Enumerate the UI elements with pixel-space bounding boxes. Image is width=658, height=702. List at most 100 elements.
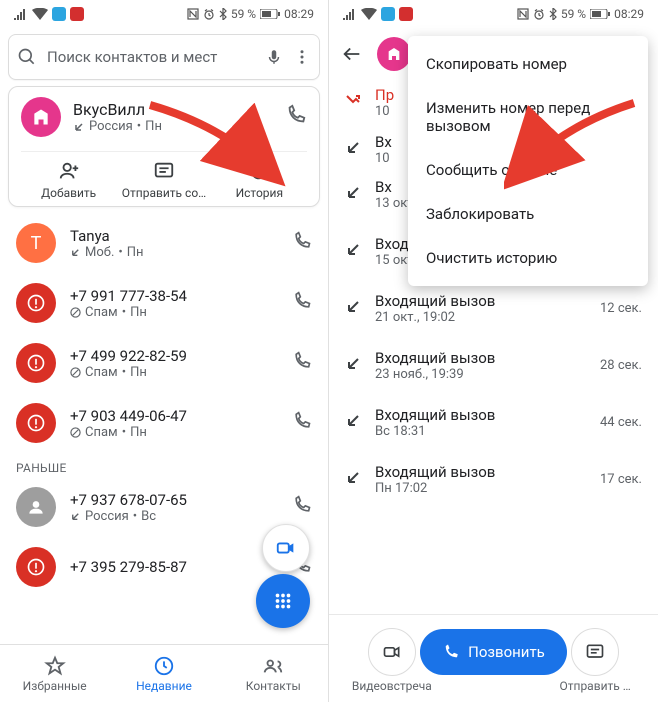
action-history[interactable]: История	[212, 160, 306, 200]
incoming-call-icon	[345, 470, 361, 490]
message-icon	[153, 160, 175, 182]
status-left	[14, 7, 84, 21]
spam-avatar	[16, 547, 56, 587]
menu-copy-number[interactable]: Скопировать номер	[408, 42, 648, 86]
outgoing-arrow-icon	[70, 511, 81, 522]
clock-text: 08:29	[614, 7, 644, 21]
spam-avatar	[16, 403, 56, 443]
contact-avatar	[21, 97, 61, 137]
menu-block[interactable]: Заблокировать	[408, 192, 648, 236]
call-icon[interactable]	[292, 495, 312, 519]
message-icon	[585, 642, 605, 662]
menu-clear-history[interactable]: Очистить историю	[408, 236, 648, 280]
more-icon[interactable]	[293, 48, 311, 66]
battery-icon	[590, 9, 610, 19]
mic-icon[interactable]	[265, 48, 283, 66]
clock-icon	[153, 655, 175, 677]
incoming-call-icon	[345, 242, 361, 262]
contact-card[interactable]: ВкусВилл Россия • Пн Добавить	[8, 86, 320, 207]
clock-text: 08:29	[284, 7, 314, 21]
fab-video[interactable]	[262, 524, 310, 572]
block-icon	[70, 307, 81, 318]
contact-sub: Россия • Пн	[73, 119, 273, 134]
video-icon	[382, 642, 402, 662]
context-menu: Скопировать номер Изменить номер перед в…	[408, 36, 648, 286]
call-icon[interactable]	[292, 411, 312, 435]
call-icon[interactable]	[285, 104, 307, 130]
search-icon	[17, 47, 37, 67]
missed-call-icon	[345, 93, 361, 113]
section-earlier: РАНЬШЕ	[0, 453, 328, 477]
incoming-call-icon	[345, 299, 361, 319]
battery-icon	[260, 9, 280, 19]
wifi-icon	[32, 8, 48, 20]
send-message-button[interactable]: Отправить …	[545, 628, 646, 693]
notification-badge	[399, 7, 413, 21]
avatar: T	[16, 223, 56, 263]
battery-percent: 59 %	[561, 7, 586, 21]
telegram-badge	[381, 7, 395, 21]
action-message[interactable]: Отправить со…	[117, 160, 211, 200]
nav-recent[interactable]: Недавние	[109, 645, 218, 702]
history-row[interactable]: Входящий вызов21 окт., 19:02 12 сек.	[329, 280, 658, 337]
bottom-nav: Избранные Недавние Контакты	[0, 644, 328, 702]
bluetooth-icon	[549, 8, 557, 20]
nfc-icon	[517, 8, 529, 20]
nfc-icon	[187, 8, 199, 20]
contact-name: ВкусВилл	[73, 100, 273, 119]
phone-icon	[442, 643, 460, 661]
history-icon	[248, 160, 270, 182]
nav-contacts[interactable]: Контакты	[219, 645, 328, 702]
list-item[interactable]: +7 903 449-06-47 Спам•Пн	[0, 393, 328, 453]
call-icon[interactable]	[292, 231, 312, 255]
alarm-icon	[203, 8, 215, 20]
alarm-icon	[533, 8, 545, 20]
search-bar[interactable]: Поиск контактов и мест	[8, 34, 320, 80]
menu-report-spam[interactable]: Сообщить о спаме	[408, 148, 648, 192]
outgoing-arrow-icon	[70, 247, 81, 258]
wifi-icon	[361, 8, 377, 20]
history-row[interactable]: Входящий вызовПн 17:02 17 сек.	[329, 451, 658, 508]
call-action-bar: Видеовстреча Позвонить Отправить …	[329, 614, 658, 702]
block-icon	[70, 367, 81, 378]
signal-icon	[343, 8, 357, 20]
list-item[interactable]: +7 499 922-82-59 Спам•Пн	[0, 333, 328, 393]
signal-icon	[14, 8, 28, 20]
call-icon[interactable]	[292, 291, 312, 315]
incoming-call-icon	[345, 185, 361, 205]
menu-edit-before-call[interactable]: Изменить номер перед вызовом	[408, 86, 648, 148]
block-icon	[70, 427, 81, 438]
star-icon	[44, 655, 66, 677]
incoming-call-icon	[345, 356, 361, 376]
back-icon[interactable]	[341, 43, 363, 65]
phone-right: 59 % 08:29 Пр 10 Вх 10 Вх	[329, 0, 658, 702]
status-bar: 59 % 08:29	[329, 0, 658, 28]
spam-avatar	[16, 343, 56, 383]
history-row[interactable]: Входящий вызовВс 18:31 44 сек.	[329, 394, 658, 451]
outgoing-arrow-icon	[73, 121, 85, 133]
list-item[interactable]: +7 991 777-38-54 Спам•Пн	[0, 273, 328, 333]
nav-favorites[interactable]: Избранные	[0, 645, 109, 702]
bluetooth-icon	[219, 8, 227, 20]
call-icon[interactable]	[292, 351, 312, 375]
contacts-icon	[262, 655, 284, 677]
fab-dialpad[interactable]	[256, 574, 310, 628]
incoming-call-icon	[345, 413, 361, 433]
avatar	[16, 487, 56, 527]
search-placeholder: Поиск контактов и мест	[47, 48, 255, 66]
status-right: 59 % 08:29	[187, 7, 314, 21]
status-bar: 59 % 08:29	[0, 0, 328, 28]
contact-avatar	[377, 37, 411, 71]
spam-avatar	[16, 283, 56, 323]
action-add[interactable]: Добавить	[21, 160, 115, 200]
telegram-badge	[52, 7, 66, 21]
status-left	[343, 7, 413, 21]
incoming-call-icon	[345, 140, 361, 160]
person-add-icon	[58, 160, 80, 182]
list-item[interactable]: T Tanya Моб.•Пн	[0, 213, 328, 273]
status-right: 59 % 08:29	[517, 7, 644, 21]
notification-badge	[70, 7, 84, 21]
battery-percent: 59 %	[231, 7, 256, 21]
history-row[interactable]: Входящий вызов23 нояб., 19:39 28 сек.	[329, 337, 658, 394]
call-button[interactable]: Позвонить	[443, 629, 544, 692]
